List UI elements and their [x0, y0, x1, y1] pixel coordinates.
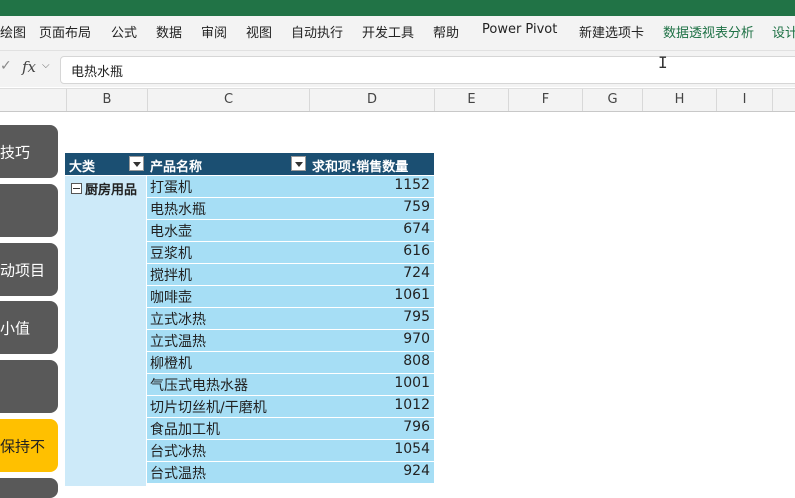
sales-quantity-cell: 759 [403, 199, 430, 215]
pivot-row[interactable]: 台式温热 924 [147, 462, 434, 483]
side-button-1[interactable]: 技巧 [0, 125, 58, 178]
sales-quantity-cell: 1061 [394, 287, 430, 303]
pivot-row[interactable]: 搅拌机 724 [147, 264, 434, 285]
tab-new-tab[interactable]: 新建选项卡 [579, 22, 644, 41]
tab-page-layout[interactable]: 页面布局 [39, 22, 91, 41]
pivot-row[interactable]: 立式温热 970 [147, 330, 434, 351]
column-header-c[interactable]: C [147, 89, 309, 111]
pivot-row[interactable]: 食品加工机 796 [147, 418, 434, 439]
ribbon-tabs: 绘图 页面布局 公式 数据 审阅 视图 自动执行 开发工具 帮助 Power P… [0, 16, 795, 51]
pivot-row[interactable]: 立式冰热 795 [147, 308, 434, 329]
pivot-header-category[interactable]: 大类 [69, 156, 95, 175]
side-button-3[interactable]: 动项目 [0, 243, 58, 296]
tab-review[interactable]: 审阅 [201, 22, 227, 41]
column-header-d[interactable]: D [309, 89, 434, 111]
insert-function-button[interactable]: fx [22, 58, 36, 76]
side-button-7[interactable] [0, 478, 58, 498]
sales-quantity-cell: 1012 [394, 397, 430, 413]
product-name-cell: 切片切丝机/干磨机 [150, 400, 267, 416]
sales-quantity-cell: 924 [403, 463, 430, 479]
product-name-cell: 咖啡壶 [150, 290, 192, 306]
product-name-cell: 豆浆机 [150, 246, 192, 262]
pivot-category-label[interactable]: 厨房用品 [71, 179, 137, 198]
product-name-cell: 电热水瓶 [150, 202, 206, 218]
pivot-row[interactable]: 咖啡壶 1061 [147, 286, 434, 307]
title-bar [0, 0, 795, 16]
enter-check-icon[interactable]: ✓ [0, 58, 12, 74]
product-name-cell: 打蛋机 [150, 180, 192, 196]
pivot-row[interactable]: 柳橙机 808 [147, 352, 434, 373]
formula-controls: ✓ fx ⌵ [0, 57, 58, 81]
side-button-6[interactable]: 保持不 [0, 419, 58, 472]
filter-dropdown-icon[interactable] [291, 156, 306, 171]
product-name-cell: 柳橙机 [150, 356, 192, 372]
tab-draw[interactable]: 绘图 [0, 22, 26, 41]
pivot-row[interactable]: 打蛋机 1152 [147, 176, 434, 197]
side-button-5[interactable] [0, 360, 58, 413]
sales-quantity-cell: 1152 [394, 177, 430, 193]
pivot-row[interactable]: 电热水瓶 759 [147, 198, 434, 219]
product-name-cell: 气压式电热水器 [150, 378, 248, 394]
sales-quantity-cell: 1054 [394, 441, 430, 457]
text-cursor-icon: I [658, 53, 668, 72]
sales-quantity-cell: 674 [403, 221, 430, 237]
product-name-cell: 搅拌机 [150, 268, 192, 284]
formula-bar: ✓ fx ⌵ 电热水瓶 I [0, 51, 795, 87]
sales-quantity-cell: 1001 [394, 375, 430, 391]
pivot-header-row: 大类 产品名称 求和项:销售数量 [65, 153, 434, 175]
product-name-cell: 电水壶 [150, 224, 192, 240]
sales-quantity-cell: 808 [403, 353, 430, 369]
pivot-header-product[interactable]: 产品名称 [150, 156, 202, 175]
chevron-down-icon[interactable]: ⌵ [42, 60, 50, 71]
tab-help[interactable]: 帮助 [433, 22, 459, 41]
tab-power-pivot[interactable]: Power Pivot [482, 22, 557, 37]
column-header-f[interactable]: F [508, 89, 582, 111]
column-header-e[interactable]: E [434, 89, 508, 111]
product-name-cell: 立式温热 [150, 334, 206, 350]
pivot-header-sum[interactable]: 求和项:销售数量 [312, 156, 408, 175]
tab-formulas[interactable]: 公式 [111, 22, 137, 41]
sales-quantity-cell: 616 [403, 243, 430, 259]
column-header-g[interactable]: G [582, 89, 642, 111]
column-header-i[interactable]: I [716, 89, 772, 111]
pivot-row[interactable]: 台式冰热 1054 [147, 440, 434, 461]
pivot-category-column [65, 176, 146, 486]
tab-view[interactable]: 视图 [246, 22, 272, 41]
pivot-row[interactable]: 豆浆机 616 [147, 242, 434, 263]
tab-pivot-analyze[interactable]: 数据透视表分析 [663, 22, 754, 41]
product-name-cell: 台式温热 [150, 466, 206, 482]
product-name-cell: 食品加工机 [150, 422, 220, 438]
pivot-row[interactable]: 电水壶 674 [147, 220, 434, 241]
formula-content: 电热水瓶 [71, 65, 124, 80]
tab-data[interactable]: 数据 [156, 22, 182, 41]
product-name-cell: 立式冰热 [150, 312, 206, 328]
pivot-row[interactable]: 切片切丝机/干磨机 1012 [147, 396, 434, 417]
formula-input[interactable]: 电热水瓶 [60, 56, 795, 84]
sales-quantity-cell: 970 [403, 331, 430, 347]
sales-quantity-cell: 796 [403, 419, 430, 435]
side-button-4[interactable]: 小值 [0, 301, 58, 354]
column-header-b[interactable]: B [66, 89, 147, 111]
column-header-h[interactable]: H [642, 89, 716, 111]
tab-automate[interactable]: 自动执行 [291, 22, 343, 41]
tab-design[interactable]: 设计 [772, 22, 795, 41]
side-button-2[interactable] [0, 184, 58, 237]
column-headers: B C D E F G H I [0, 88, 795, 112]
tab-developer[interactable]: 开发工具 [362, 22, 414, 41]
column-header-next[interactable] [772, 89, 795, 111]
sales-quantity-cell: 724 [403, 265, 430, 281]
pivot-row[interactable]: 气压式电热水器 1001 [147, 374, 434, 395]
filter-dropdown-icon[interactable] [129, 156, 144, 171]
product-name-cell: 台式冰热 [150, 444, 206, 460]
sales-quantity-cell: 795 [403, 309, 430, 325]
collapse-icon[interactable] [71, 183, 82, 194]
pivot-rows: 打蛋机 1152 电热水瓶 759 电水壶 674 豆浆机 616 搅拌机 724 咖啡壶 1061 立… [147, 176, 434, 484]
